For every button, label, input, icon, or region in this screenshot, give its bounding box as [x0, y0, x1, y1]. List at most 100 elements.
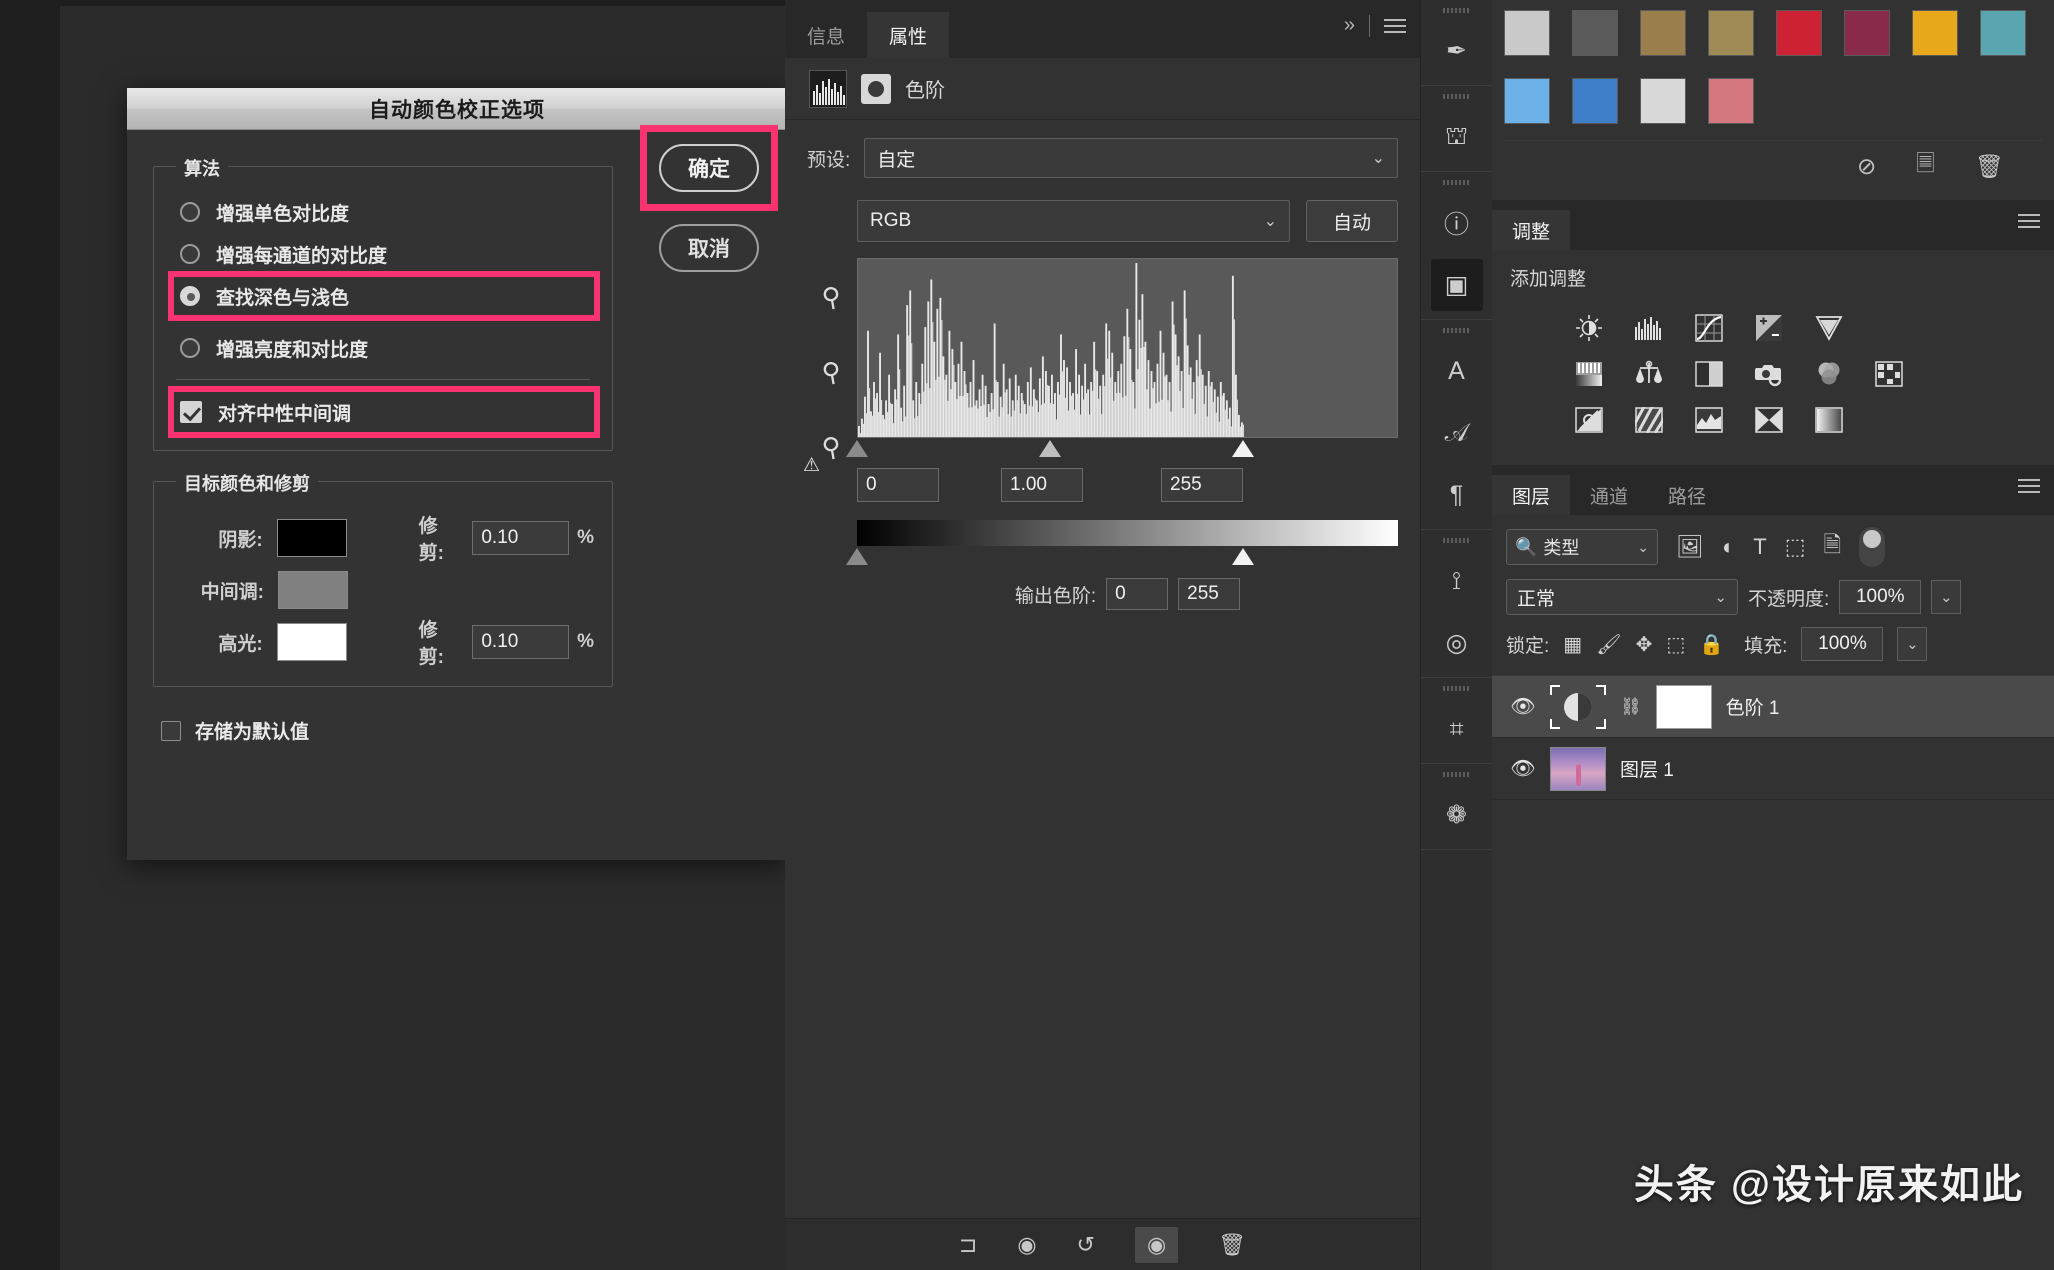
lock-all-icon[interactable]: 🔒: [1699, 632, 1724, 657]
checkbox-snap-neutral-midtones[interactable]: 对齐中性中间调: [168, 386, 600, 438]
filter-enable-toggle[interactable]: [1859, 527, 1886, 567]
layer-thumbnail[interactable]: [1550, 746, 1606, 791]
set-white-point-eyedropper[interactable]: ⚲: [820, 431, 844, 465]
selective-color-icon[interactable]: [1812, 403, 1846, 437]
checkbox-save-as-defaults[interactable]: 存储为默认值: [161, 717, 761, 744]
plugins-icon[interactable]: ❁: [1431, 789, 1483, 841]
midtones-color-swatch[interactable]: [278, 571, 348, 609]
input-levels-slider[interactable]: [846, 438, 1398, 460]
filter-pixel-icon[interactable]: 🖼: [1676, 534, 1704, 560]
color-lookup-icon[interactable]: [1872, 357, 1906, 391]
output-white-field[interactable]: 255: [1178, 578, 1241, 610]
drag-dots-icon[interactable]: [1442, 328, 1471, 333]
swatch-item[interactable]: [1912, 10, 1958, 56]
output-black-field[interactable]: 0: [1106, 578, 1169, 610]
swatch-item[interactable]: [1640, 10, 1686, 56]
output-black-slider-handle[interactable]: [846, 548, 868, 565]
input-black-field[interactable]: 0: [857, 468, 939, 502]
toggle-visibility-icon[interactable]: ◉: [1134, 1226, 1179, 1263]
layer-name[interactable]: 图层 1: [1620, 755, 1674, 782]
gamma-slider-handle[interactable]: [1039, 440, 1061, 457]
white-point-slider-handle[interactable]: [1232, 440, 1254, 457]
gradient-map-icon[interactable]: [1752, 403, 1786, 437]
channel-select[interactable]: RGB ⌄: [857, 200, 1290, 242]
swatch-item[interactable]: [1572, 10, 1618, 56]
panel-menu-icon[interactable]: [2018, 214, 2040, 228]
layer-row-layer-1[interactable]: 👁 图层 1: [1492, 738, 2054, 800]
paragraph-icon[interactable]: ¶: [1431, 469, 1483, 521]
highlights-clip-input[interactable]: 0.10: [472, 625, 570, 659]
drag-dots-icon[interactable]: [1442, 180, 1471, 185]
brush-tool-icon[interactable]: ✒: [1431, 25, 1483, 77]
libraries-icon[interactable]: ◎: [1431, 617, 1483, 669]
tab-channels[interactable]: 通道: [1570, 475, 1648, 515]
exposure-icon[interactable]: [1752, 311, 1786, 345]
swatch-item[interactable]: [1504, 78, 1550, 124]
invert-icon[interactable]: [1572, 403, 1606, 437]
output-white-slider-handle[interactable]: [1232, 548, 1254, 565]
vibrance-icon[interactable]: [1812, 311, 1846, 345]
swatch-item[interactable]: [1980, 10, 2026, 56]
delete-preset-icon[interactable]: 🗑: [1975, 153, 2004, 180]
levels-icon[interactable]: [1632, 311, 1666, 345]
preset-select[interactable]: 自定 ⌄: [864, 138, 1398, 178]
clone-source-icon[interactable]: ⛫: [1431, 111, 1483, 163]
auto-button[interactable]: 自动: [1306, 200, 1398, 242]
panel-menu-icon[interactable]: [1384, 18, 1406, 33]
levels-histogram[interactable]: [857, 258, 1398, 438]
chevron-double-right-icon[interactable]: »: [1344, 14, 1355, 37]
eye-icon[interactable]: 👁: [1510, 694, 1536, 719]
hue-saturation-icon[interactable]: [1572, 357, 1606, 391]
panel-menu-icon[interactable]: [2018, 479, 2040, 493]
clip-to-layer-icon[interactable]: ⊐: [959, 1232, 977, 1258]
histogram-refresh-warning-icon[interactable]: ⚠: [803, 454, 820, 477]
tab-properties[interactable]: 属性: [867, 12, 950, 58]
swatch-item[interactable]: [1640, 78, 1686, 124]
character-icon[interactable]: A: [1431, 345, 1483, 397]
cancel-button[interactable]: 取消: [659, 224, 759, 272]
radio-find-dark-light-colors[interactable]: 查找深色与浅色: [168, 271, 600, 321]
filter-shape-icon[interactable]: ⬚: [1785, 534, 1806, 560]
tab-paths[interactable]: 路径: [1648, 475, 1726, 515]
opacity-chevron-down-icon[interactable]: ⌄: [1931, 580, 1962, 614]
drag-dots-icon[interactable]: [1442, 686, 1471, 691]
output-levels-slider[interactable]: [846, 546, 1398, 568]
curves-icon[interactable]: [1692, 311, 1726, 345]
lock-transparent-icon[interactable]: ▦: [1563, 632, 1582, 657]
lock-artboard-icon[interactable]: ⬚: [1666, 632, 1685, 657]
fill-value[interactable]: 100%: [1801, 627, 1884, 661]
swatch-item[interactable]: [1776, 10, 1822, 56]
black-point-slider-handle[interactable]: [846, 440, 868, 457]
glyphs-icon[interactable]: 𝒜: [1431, 407, 1483, 459]
3d-properties-icon[interactable]: ▣: [1430, 259, 1483, 311]
delete-icon[interactable]: 🗑: [1218, 1232, 1246, 1258]
adjustment-layer-thumbnail[interactable]: [1550, 684, 1606, 729]
shadows-clip-input[interactable]: 0.10: [472, 521, 570, 555]
channel-mixer-icon[interactable]: [1812, 357, 1846, 391]
tab-info[interactable]: 信息: [785, 12, 867, 58]
eye-icon[interactable]: 👁: [1510, 756, 1536, 781]
tab-layers[interactable]: 图层: [1492, 475, 1571, 515]
swatch-item[interactable]: [1708, 10, 1754, 56]
swatch-item[interactable]: [1504, 10, 1550, 56]
reset-icon[interactable]: ↺: [1077, 1232, 1095, 1258]
set-gray-point-eyedropper[interactable]: ⚲: [820, 356, 844, 390]
layer-filter-select[interactable]: 🔍 类型 ⌄: [1506, 529, 1658, 565]
brightness-contrast-icon[interactable]: [1572, 311, 1606, 345]
input-gamma-field[interactable]: 1.00: [1001, 468, 1083, 502]
swatch-item[interactable]: [1708, 78, 1754, 124]
tab-adjustments[interactable]: 调整: [1492, 210, 1571, 250]
layer-mask-thumbnail[interactable]: [1655, 684, 1712, 729]
radio-enhance-per-channel-contrast[interactable]: 增强每通道的对比度: [180, 235, 594, 273]
link-mask-icon[interactable]: ⛓: [1620, 697, 1642, 717]
disable-icon[interactable]: ⊘: [1857, 153, 1876, 180]
black-white-icon[interactable]: [1692, 357, 1726, 391]
ok-button[interactable]: 确定: [659, 144, 759, 192]
blend-mode-select[interactable]: 正常 ⌄: [1506, 579, 1738, 615]
radio-enhance-monochromatic-contrast[interactable]: 增强单色对比度: [180, 193, 594, 231]
new-preset-icon[interactable]: 🗏: [1916, 147, 1935, 186]
paths-icon[interactable]: ⟟: [1431, 555, 1483, 607]
swatch-item[interactable]: [1844, 10, 1890, 56]
photo-filter-icon[interactable]: [1752, 357, 1786, 391]
filter-smart-icon[interactable]: 🗎: [1823, 528, 1841, 566]
